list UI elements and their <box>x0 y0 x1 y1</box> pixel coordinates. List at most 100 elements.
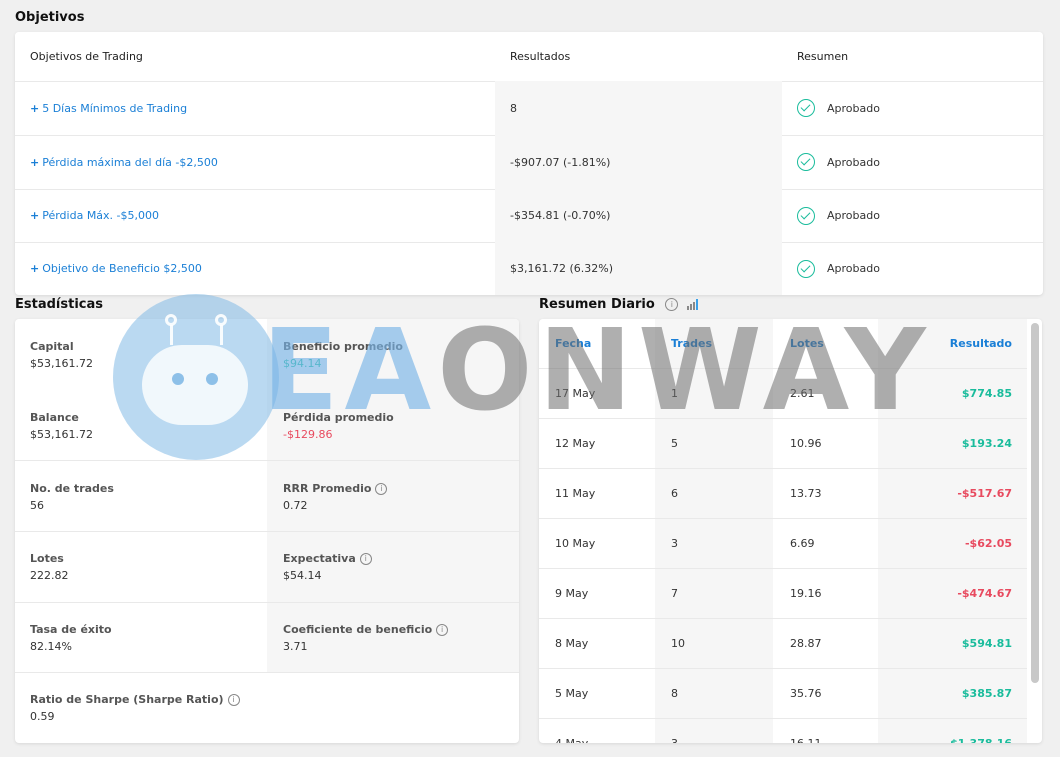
daily-fecha: 12 May <box>555 437 596 450</box>
plus-icon[interactable]: + <box>30 102 39 115</box>
objetivos-table: Objetivos de Trading Resultados Resumen … <box>15 32 1043 295</box>
status-label: Aprobado <box>827 101 880 115</box>
objetivo-link[interactable]: Pérdida máxima del día -$2,500 <box>42 156 218 169</box>
objetivo-name-cell[interactable]: + Pérdida Máx. -$5,000 <box>15 189 495 242</box>
daily-fecha: 4 May <box>555 737 588 743</box>
objetivo-status: Aprobado <box>782 242 1043 295</box>
daily-row: 5 May 8 35.76 $385.87 <box>539 668 1027 718</box>
stat-coeficiente: Coeficiente de beneficio i 3.71 <box>267 603 519 673</box>
stat-label: Ratio de Sharpe (Sharpe Ratio) <box>30 693 224 706</box>
daily-trades: 6 <box>671 487 678 500</box>
status-label: Aprobado <box>827 155 880 169</box>
watermark-text: EAONWAY <box>262 315 932 427</box>
stat-label: Lotes <box>30 552 64 565</box>
stat-no-trades: No. de trades 56 <box>15 461 267 532</box>
daily-lotes: 16.11 <box>790 737 822 743</box>
daily-lotes: 28.87 <box>790 637 822 650</box>
estadisticas-title: Estadísticas <box>15 297 103 312</box>
info-icon[interactable]: i <box>375 482 388 495</box>
plus-icon[interactable]: + <box>30 156 39 169</box>
daily-row: 9 May 7 19.16 -$474.67 <box>539 568 1027 618</box>
stat-value: 56 <box>30 498 44 512</box>
daily-fecha: 10 May <box>555 537 596 550</box>
daily-resultado: -$517.67 <box>957 487 1012 500</box>
objetivo-result: -$907.07 (-1.81%) <box>495 135 782 189</box>
info-icon[interactable]: i <box>436 624 449 636</box>
daily-resultado: $1,378.16 <box>862 737 1012 743</box>
daily-trades: 8 <box>671 687 678 700</box>
header-resultados: Resultados <box>495 32 782 81</box>
header-objetivos: Objetivos de Trading <box>15 32 495 81</box>
scrollbar[interactable] <box>1031 323 1039 683</box>
plus-icon[interactable]: + <box>30 209 39 222</box>
objetivo-link[interactable]: Pérdida Máx. -$5,000 <box>42 209 159 222</box>
stat-label: Tasa de éxito <box>30 623 112 636</box>
check-circle-icon <box>797 206 815 225</box>
plus-icon[interactable]: + <box>30 262 39 275</box>
daily-fecha: 8 May <box>555 637 589 650</box>
stat-rrr-promedio: RRR Promedio i 0.72 <box>267 461 519 532</box>
daily-row: 4 May 3 16.11 $1,378.16 <box>539 718 1027 743</box>
daily-row: 11 May 6 13.73 -$517.67 <box>539 468 1027 518</box>
daily-fecha: 9 May <box>555 587 589 600</box>
objetivo-result: $3,161.72 (6.32%) <box>495 242 782 295</box>
daily-trades: 7 <box>671 587 678 600</box>
watermark-eye <box>172 373 184 385</box>
objetivo-name-cell[interactable]: + Objetivo de Beneficio $2,500 <box>15 242 495 295</box>
watermark-text-a: EA <box>262 306 438 436</box>
objetivo-name-cell[interactable]: + Pérdida máxima del día -$2,500 <box>15 135 495 189</box>
watermark-antenna-ball <box>215 314 227 326</box>
stat-label-wrap: Coeficiente de beneficio i <box>283 623 519 636</box>
daily-fecha: 11 May <box>555 487 596 500</box>
stat-value: 0.72 <box>283 498 308 512</box>
daily-resultado: $385.87 <box>961 687 1012 700</box>
status-label: Aprobado <box>827 262 880 275</box>
stat-value: 222.82 <box>30 569 69 582</box>
stat-label: RRR Promedio <box>283 481 372 495</box>
daily-lotes: 35.76 <box>790 687 822 700</box>
objetivo-row: + Pérdida máxima del día -$2,500 -$907.07 … <box>15 135 1043 190</box>
stat-value: 3.71 <box>283 640 308 653</box>
stat-tasa-exito: Tasa de éxito 82.14% <box>15 603 267 673</box>
watermark-antenna <box>220 325 223 345</box>
objetivo-row: +5 Días Mínimos de Trading 8 Aprobado <box>15 81 1043 136</box>
objetivo-row: + Objetivo de Beneficio $2,500 $3,161.72 (… <box>15 242 1043 295</box>
info-icon[interactable]: i <box>359 553 372 565</box>
objetivo-link[interactable]: 5 Días Mínimos de Trading <box>42 102 187 115</box>
status-label: Aprobado <box>827 209 880 222</box>
daily-lotes: 6.69 <box>790 537 815 550</box>
daily-trades: 3 <box>671 537 678 550</box>
daily-resultado: $193.24 <box>961 437 1012 450</box>
objetivos-title: Objetivos <box>15 10 85 25</box>
check-circle-icon <box>797 259 815 278</box>
objetivo-link[interactable]: Objetivo de Beneficio $2,500 <box>42 262 202 275</box>
daily-lotes: 10.96 <box>790 437 822 450</box>
watermark-text-b: ONWAY <box>437 306 932 436</box>
stat-expectativa: Expectativa i $54.14 <box>267 532 519 602</box>
objetivo-result: 8 <box>495 81 782 135</box>
stat-value: 0.59 <box>30 710 55 723</box>
stat-sharpe: Ratio de Sharpe (Sharpe Ratio) i 0.59 <box>15 673 415 743</box>
stat-label: Coeficiente de beneficio <box>283 623 433 636</box>
stat-label-wrap: Ratio de Sharpe (Sharpe Ratio) i <box>30 693 415 706</box>
objetivos-header-row: Objetivos de Trading Resultados Resumen <box>15 32 1043 82</box>
objetivo-status: Aprobado <box>782 189 1043 242</box>
daily-row: 8 May 10 28.87 $594.81 <box>539 618 1027 668</box>
stat-value: $54.14 <box>283 569 322 582</box>
watermark-antenna <box>170 325 173 345</box>
stat-label: Expectativa <box>283 552 356 565</box>
header-resumen: Resumen <box>782 32 1043 81</box>
check-circle-icon <box>797 99 815 117</box>
objetivo-status: Aprobado <box>782 81 1043 135</box>
objetivo-name-cell[interactable]: +5 Días Mínimos de Trading <box>15 81 495 135</box>
stat-label-wrap: Expectativa i <box>283 552 519 565</box>
daily-resultado: $594.81 <box>961 637 1012 650</box>
daily-resultado: -$474.67 <box>957 587 1012 600</box>
daily-row: 10 May 3 6.69 -$62.05 <box>539 518 1027 568</box>
objetivo-row: + Pérdida Máx. -$5,000 -$354.81 (-0.70%) Ap… <box>15 189 1043 243</box>
check-circle-icon <box>797 153 815 171</box>
stat-label: No. de trades <box>30 481 114 495</box>
stat-label-wrap: RRR Promedio i <box>283 482 519 495</box>
daily-fecha: 5 May <box>555 687 589 700</box>
info-icon[interactable]: i <box>227 694 240 706</box>
